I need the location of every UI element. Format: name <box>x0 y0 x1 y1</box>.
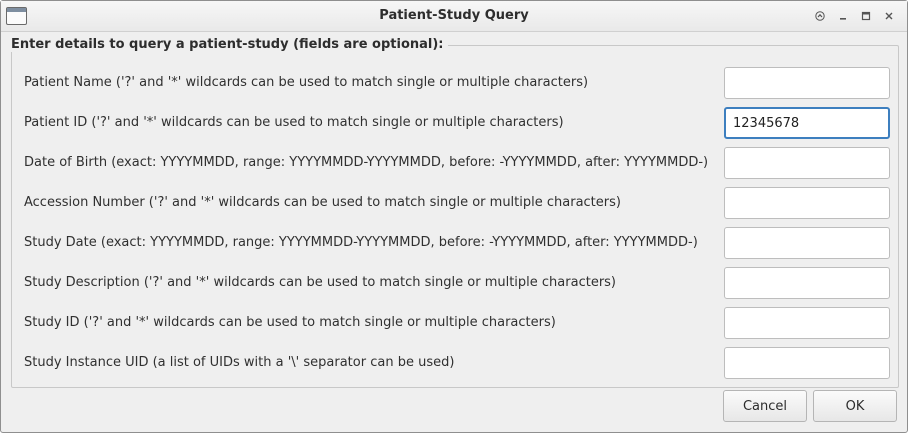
form-row-study-description: Study Description ('?' and '*' wildcards… <box>24 267 894 301</box>
study-id-label: Study ID ('?' and '*' wildcards can be u… <box>24 315 556 330</box>
study-instance-uid-label: Study Instance UID (a list of UIDs with … <box>24 355 455 370</box>
study-date-input[interactable] <box>724 227 890 259</box>
window-title: Patient-Study Query <box>379 8 529 23</box>
form-row-patient-id: Patient ID ('?' and '*' wildcards can be… <box>24 107 894 141</box>
accession-number-input[interactable] <box>724 187 890 219</box>
study-date-label: Study Date (exact: YYYYMMDD, range: YYYY… <box>24 235 698 250</box>
study-description-input[interactable] <box>724 267 890 299</box>
patient-id-label: Patient ID ('?' and '*' wildcards can be… <box>24 115 564 130</box>
ok-button[interactable]: OK <box>813 390 897 422</box>
form-row-study-instance-uid: Study Instance UID (a list of UIDs with … <box>24 347 894 381</box>
date-of-birth-label: Date of Birth (exact: YYYYMMDD, range: Y… <box>24 155 709 170</box>
accession-number-label: Accession Number ('?' and '*' wildcards … <box>24 195 621 210</box>
maximize-icon[interactable] <box>856 6 876 25</box>
form-row-study-id: Study ID ('?' and '*' wildcards can be u… <box>24 307 894 341</box>
dialog-window: Patient-Study Query Enter details to que… <box>0 0 908 433</box>
study-id-input[interactable] <box>724 307 890 339</box>
form-row-study-date: Study Date (exact: YYYYMMDD, range: YYYY… <box>24 227 894 261</box>
study-instance-uid-input[interactable] <box>724 347 890 379</box>
shade-up-icon[interactable] <box>810 6 830 25</box>
patient-name-label: Patient Name ('?' and '*' wildcards can … <box>24 75 589 90</box>
date-of-birth-input[interactable] <box>724 147 890 179</box>
study-description-label: Study Description ('?' and '*' wildcards… <box>24 275 617 290</box>
form-row-date-of-birth: Date of Birth (exact: YYYYMMDD, range: Y… <box>24 147 894 181</box>
minimize-icon[interactable] <box>833 6 853 25</box>
form-row-accession-number: Accession Number ('?' and '*' wildcards … <box>24 187 894 221</box>
window-controls <box>810 6 899 25</box>
patient-id-input[interactable] <box>724 107 890 139</box>
group-title: Enter details to query a patient-study (… <box>11 37 448 52</box>
title-bar[interactable]: Patient-Study Query <box>1 1 907 32</box>
cancel-button[interactable]: Cancel <box>723 390 807 422</box>
form-row-patient-name: Patient Name ('?' and '*' wildcards can … <box>24 67 894 101</box>
close-icon[interactable] <box>879 6 899 25</box>
patient-name-input[interactable] <box>724 67 890 99</box>
